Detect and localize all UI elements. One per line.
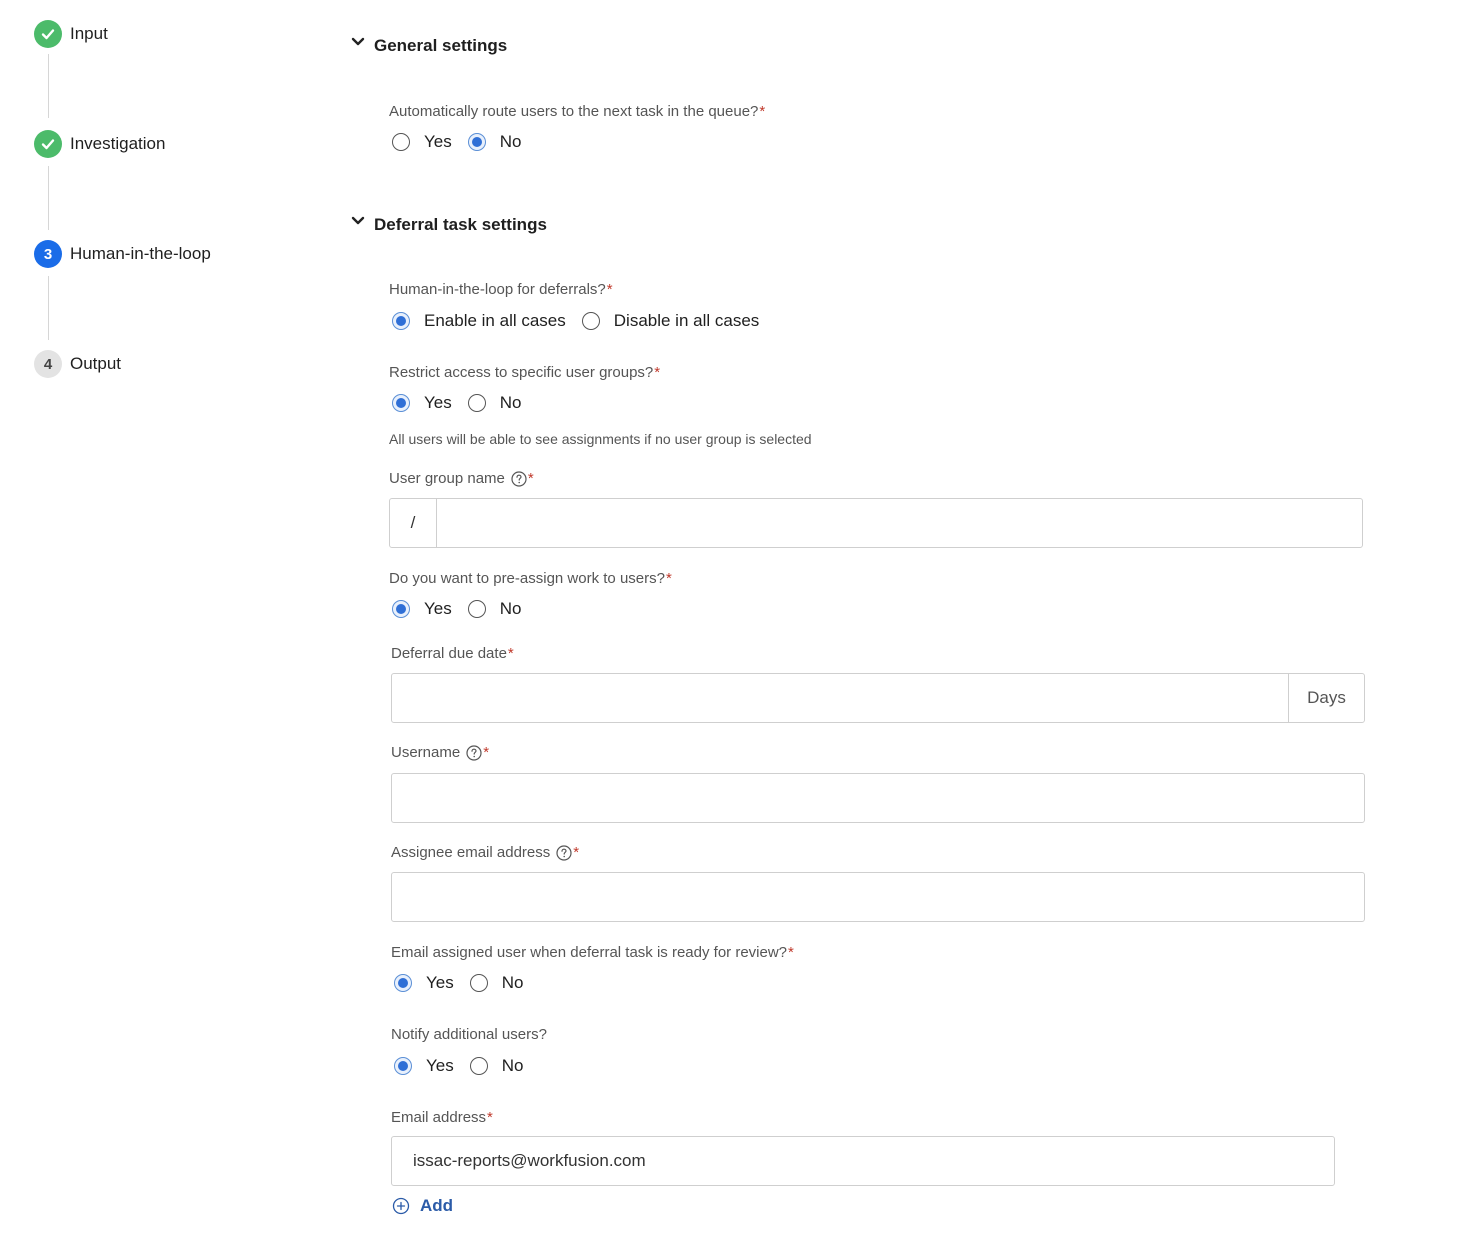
chevron-down-icon [351,216,365,225]
radio-circle [392,394,410,412]
help-icon[interactable] [466,744,482,761]
due-date-label: Deferral due date * [391,645,514,662]
step-connector [48,166,49,230]
notify-question-label: Notify additional users? [391,1026,547,1043]
add-label: Add [420,1196,454,1215]
radio-circle [469,1057,488,1075]
restrict-hint-text: All users will be able to see assignment… [389,431,812,447]
step-connector [48,276,49,340]
route-no-radio[interactable]: No [467,132,521,152]
hitl-disable-radio[interactable]: Disable in all cases [581,311,759,331]
step-number-badge: 4 [34,350,62,378]
section-title: Deferral task settings [374,215,547,234]
radio-circle [469,974,488,992]
username-input[interactable] [391,773,1365,823]
email-review-radio-group: Yes No [394,971,539,995]
restrict-question-label: Restrict access to specific user groups?… [389,364,661,381]
email-address-label: Email address * [391,1109,493,1126]
preassign-no-radio[interactable]: No [467,599,521,619]
radio-circle [392,312,410,330]
radio-circle [467,394,486,412]
deferral-settings-header[interactable]: Deferral task settings [350,215,547,235]
step-investigation[interactable]: Investigation [34,130,165,158]
general-settings-header[interactable]: General settings [350,36,507,56]
check-icon [34,20,62,48]
route-question-label: Automatically route users to the next ta… [389,103,766,120]
preassign-radio-group: Yes No [392,597,537,621]
user-group-input[interactable]: / [389,498,1363,548]
due-date-input[interactable]: Days [391,673,1365,723]
radio-circle [467,133,486,151]
step-label: Input [70,24,108,43]
add-email-button[interactable]: Add [392,1196,453,1216]
notify-radio-group: Yes No [394,1054,539,1078]
restrict-radio-group: Yes No [392,391,537,415]
radio-circle [392,600,410,618]
preassign-yes-radio[interactable]: Yes [392,599,452,619]
radio-circle [394,974,412,992]
help-icon[interactable] [556,844,572,861]
radio-circle [467,600,486,618]
notify-yes-radio[interactable]: Yes [394,1056,454,1076]
step-number-badge: 3 [34,240,62,268]
step-output[interactable]: 4 Output [34,350,121,378]
radio-circle [581,312,600,330]
step-label: Output [70,354,122,373]
radio-circle [394,1057,412,1075]
user-group-label: User group name * [389,470,534,487]
email-review-yes-radio[interactable]: Yes [394,973,454,993]
email-review-no-radio[interactable]: No [469,973,523,993]
help-icon[interactable] [511,470,527,487]
step-label: Human-in-the-loop [70,244,211,263]
email-address-input[interactable]: issac-reports@workfusion.com [391,1136,1335,1186]
hitl-question-label: Human-in-the-loop for deferrals? * [389,281,613,298]
assignee-email-input[interactable] [391,872,1365,922]
step-human-in-the-loop[interactable]: 3 Human-in-the-loop [34,240,211,268]
restrict-yes-radio[interactable]: Yes [392,393,452,413]
check-icon [34,130,62,158]
section-title: General settings [374,36,508,55]
hitl-radio-group: Enable in all cases Disable in all cases [392,309,775,333]
username-label: Username * [391,744,490,761]
user-group-prefix: / [390,499,437,547]
step-input[interactable]: Input [34,20,108,48]
radio-circle [392,133,410,151]
chevron-down-icon [351,37,365,46]
email-address-value: issac-reports@workfusion.com [413,1151,646,1170]
route-radio-group: Yes No [392,130,537,154]
step-label: Investigation [70,134,166,153]
notify-no-radio[interactable]: No [469,1056,523,1076]
due-date-unit: Days [1288,674,1364,722]
assignee-email-label: Assignee email address * [391,844,580,861]
route-yes-radio[interactable]: Yes [392,132,452,152]
restrict-no-radio[interactable]: No [467,393,521,413]
plus-circle-icon [392,1197,410,1215]
step-connector [48,54,49,118]
email-review-question-label: Email assigned user when deferral task i… [391,944,794,961]
hitl-enable-radio[interactable]: Enable in all cases [392,311,566,331]
preassign-question-label: Do you want to pre-assign work to users?… [389,570,672,587]
